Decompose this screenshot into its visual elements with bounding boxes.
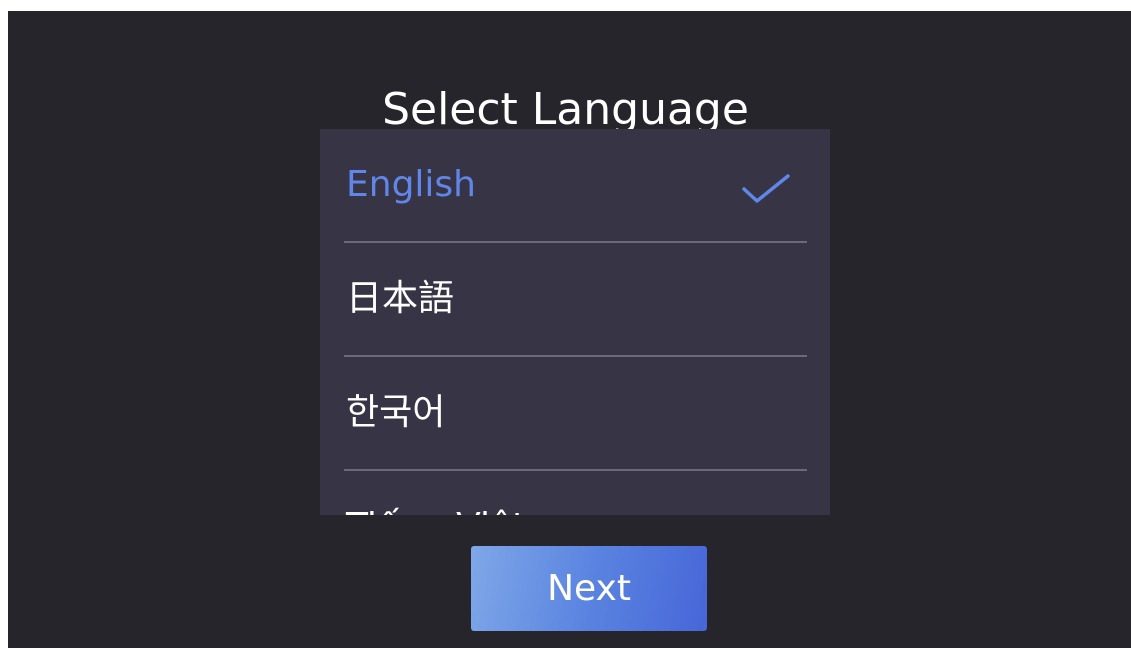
language-setup-screen: Select Language English 日本語 한국어 Tiếng Vi… — [8, 11, 1131, 648]
check-icon — [742, 174, 790, 203]
next-button[interactable]: Next — [471, 546, 707, 631]
language-item-label: Tiếng Việt — [346, 501, 526, 515]
language-item-japanese[interactable]: 日本語 — [344, 243, 807, 357]
language-item-korean[interactable]: 한국어 — [344, 357, 807, 471]
language-item-label: English — [346, 164, 476, 205]
language-item-english[interactable]: English — [344, 129, 807, 243]
language-list[interactable]: English 日本語 한국어 Tiếng Việt — [320, 129, 830, 515]
language-item-vietnamese[interactable]: Tiếng Việt — [344, 471, 807, 515]
language-item-label: 日本語 — [346, 278, 455, 319]
language-item-label: 한국어 — [346, 392, 446, 433]
